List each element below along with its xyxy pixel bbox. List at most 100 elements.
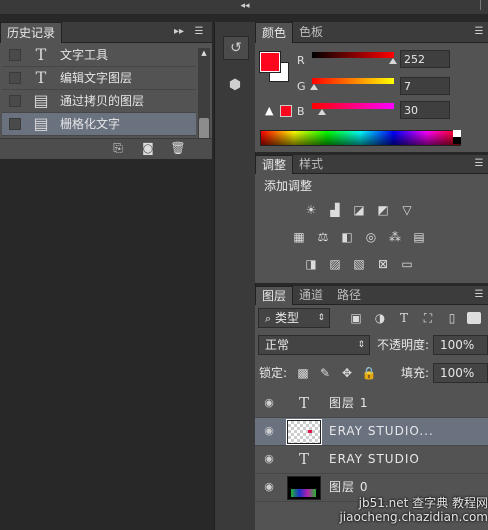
layer-thumbnail [286, 419, 322, 445]
tab-adjustments[interactable]: 调整 [255, 155, 294, 174]
new-document-icon[interactable]: ⎘ [110, 141, 126, 157]
trash-icon[interactable]: 🗑 [170, 141, 186, 157]
hue-saturation-icon[interactable]: ▦ [291, 230, 307, 244]
opacity-input[interactable]: 100% [433, 335, 488, 355]
slider-r[interactable] [312, 52, 394, 58]
lock-all-icon[interactable]: 🔒 [361, 366, 377, 380]
tab-history[interactable]: 历史记录 [0, 22, 63, 43]
black-swatch[interactable] [453, 137, 461, 144]
scroll-up-icon[interactable]: ▲ [198, 48, 210, 58]
value-r[interactable]: 252 [400, 50, 450, 68]
panel-menu-icon[interactable]: ☰ [192, 26, 206, 38]
fill-label: 填充: [401, 366, 430, 380]
text-tool-icon: T [35, 45, 47, 64]
history-item[interactable]: ▤ 栅格化文字 [2, 113, 196, 136]
lock-brush-icon[interactable]: ✎ [317, 366, 333, 380]
filter-text-icon[interactable]: T [396, 311, 412, 325]
vibrance-icon[interactable]: ▽ [399, 203, 415, 217]
filter-smart-object-icon[interactable]: ▯ [444, 311, 460, 325]
history-snapshot-checkbox[interactable] [9, 95, 21, 107]
eye-icon[interactable]: ◉ [261, 396, 277, 410]
blend-mode-label: 正常 [265, 338, 290, 352]
curves-icon[interactable]: ◪ [351, 203, 367, 217]
history-item-label: 通过拷贝的图层 [60, 94, 145, 108]
filter-type-select[interactable]: ⌕ 类型 ⇕ [258, 308, 330, 328]
exposure-icon[interactable]: ◩ [375, 203, 391, 217]
layer-row[interactable]: ◉ T 图层 1 [255, 390, 488, 418]
value-g[interactable]: 7 [400, 77, 450, 95]
collapse-left-icon[interactable]: ◂◂ [238, 1, 252, 13]
watermark: jb51.net 查字典 教程网 jiaocheng.chazidian.com [339, 496, 488, 524]
channel-label-b: B [297, 105, 305, 118]
filter-toggle[interactable] [467, 312, 481, 324]
white-swatch[interactable] [453, 130, 461, 137]
lock-move-icon[interactable]: ✥ [339, 366, 355, 380]
slider-knob-b[interactable] [317, 109, 326, 115]
history-panel-icon[interactable]: ↺ [223, 36, 249, 60]
updown-icon: ⇕ [357, 340, 365, 350]
filter-adjustment-icon[interactable]: ◑ [372, 311, 388, 325]
tab-paths[interactable]: 路径 [331, 286, 367, 304]
lock-transparent-icon[interactable]: ▩ [295, 366, 311, 380]
camera-icon[interactable]: ◙ [140, 141, 156, 157]
adjustments-title: 添加调整 [264, 179, 313, 193]
layer-row[interactable]: ◉ T ERAY STUDIO [255, 446, 488, 474]
slider-g[interactable] [312, 78, 394, 84]
filter-shape-icon[interactable]: ⛶ [420, 311, 436, 325]
history-panel: 历史记录 ▸▸ ☰ T文字工具T编辑文字图层▤通过拷贝的图层▤栅格化文字 ▲ ▼… [0, 22, 212, 159]
panel-menu-icon[interactable]: ☰ [472, 26, 486, 38]
3d-cube-icon[interactable]: ⬢ [223, 74, 247, 96]
history-item-label: 编辑文字图层 [60, 71, 133, 85]
tab-swatches[interactable]: 色板 [293, 22, 329, 42]
brightness-icon[interactable]: ☀ [303, 203, 319, 217]
history-snapshot-checkbox[interactable] [9, 118, 21, 130]
scroll-thumb[interactable] [199, 118, 209, 140]
invert-icon[interactable]: ◨ [303, 257, 319, 271]
gamut-warning-icon[interactable]: ▲ [265, 104, 273, 117]
filter-type-label: 类型 [275, 311, 300, 325]
eye-icon[interactable]: ◉ [261, 480, 277, 494]
history-snapshot-checkbox[interactable] [9, 49, 21, 61]
color-balance-icon[interactable]: ⚖ [315, 230, 331, 244]
posterize-icon[interactable]: ▨ [327, 257, 343, 271]
photo-filter-icon[interactable]: ◎ [363, 230, 379, 244]
fill-input[interactable]: 100% [433, 363, 488, 383]
color-lookup-icon[interactable]: ▤ [411, 230, 427, 244]
panel-menu-icon[interactable]: ☰ [472, 158, 486, 170]
levels-icon[interactable]: ▟ [327, 203, 343, 217]
panel-menu-icon[interactable]: ☰ [472, 289, 486, 301]
color-spectrum[interactable] [260, 130, 461, 146]
history-item[interactable]: T 编辑文字图层 [2, 67, 196, 90]
threshold-icon[interactable]: ▧ [351, 257, 367, 271]
layer-row[interactable]: ◉ ERAY STUDIO... [255, 418, 488, 446]
history-item-label: 栅格化文字 [60, 117, 121, 131]
foreground-swatch[interactable] [259, 51, 281, 73]
history-snapshot-checkbox[interactable] [9, 72, 21, 84]
history-item[interactable]: T 文字工具 [2, 44, 196, 67]
document-icon: ▤ [33, 114, 49, 133]
value-b[interactable]: 30 [400, 101, 450, 119]
layer-name: ERAY STUDIO [329, 452, 420, 466]
history-item[interactable]: ▤ 通过拷贝的图层 [2, 90, 196, 113]
filter-pixel-icon[interactable]: ▣ [348, 311, 364, 325]
gamut-swatch[interactable] [280, 105, 292, 117]
black-white-icon[interactable]: ◧ [339, 230, 355, 244]
eye-icon[interactable]: ◉ [261, 452, 277, 466]
tab-styles[interactable]: 样式 [293, 155, 329, 173]
fill-value: 100% [440, 366, 475, 380]
selective-color-icon[interactable]: ⊠ [375, 257, 391, 271]
tab-color[interactable]: 颜色 [255, 22, 294, 43]
adjustments-panel: 调整 样式 ☰ 添加调整 ☀ ▟ ◪ ◩ ▽ ▦ ⚖ ◧ ◎ ⁂ ▤ ◨ ▨ ▧… [255, 155, 488, 283]
blend-mode-select[interactable]: 正常 ⇕ [258, 335, 370, 355]
channel-mixer-icon[interactable]: ⁂ [387, 230, 403, 244]
text-tool-icon: T [35, 68, 47, 87]
slider-knob-r[interactable] [389, 58, 398, 64]
gradient-map-icon[interactable]: ▭ [399, 257, 415, 271]
layer-name: 图层 1 [329, 396, 369, 410]
eye-icon[interactable]: ◉ [261, 424, 277, 438]
tab-layers[interactable]: 图层 [255, 286, 294, 305]
collapse-right-icon[interactable]: ▸▸ [172, 26, 186, 38]
slider-knob-g[interactable] [310, 84, 319, 90]
tab-channels[interactable]: 通道 [293, 286, 329, 304]
layers-panel: 图层 通道 路径 ☰ ⌕ 类型 ⇕ ▣ ◑ T ⛶ ▯ 正常 ⇕ 不透明度: 1… [255, 286, 488, 530]
